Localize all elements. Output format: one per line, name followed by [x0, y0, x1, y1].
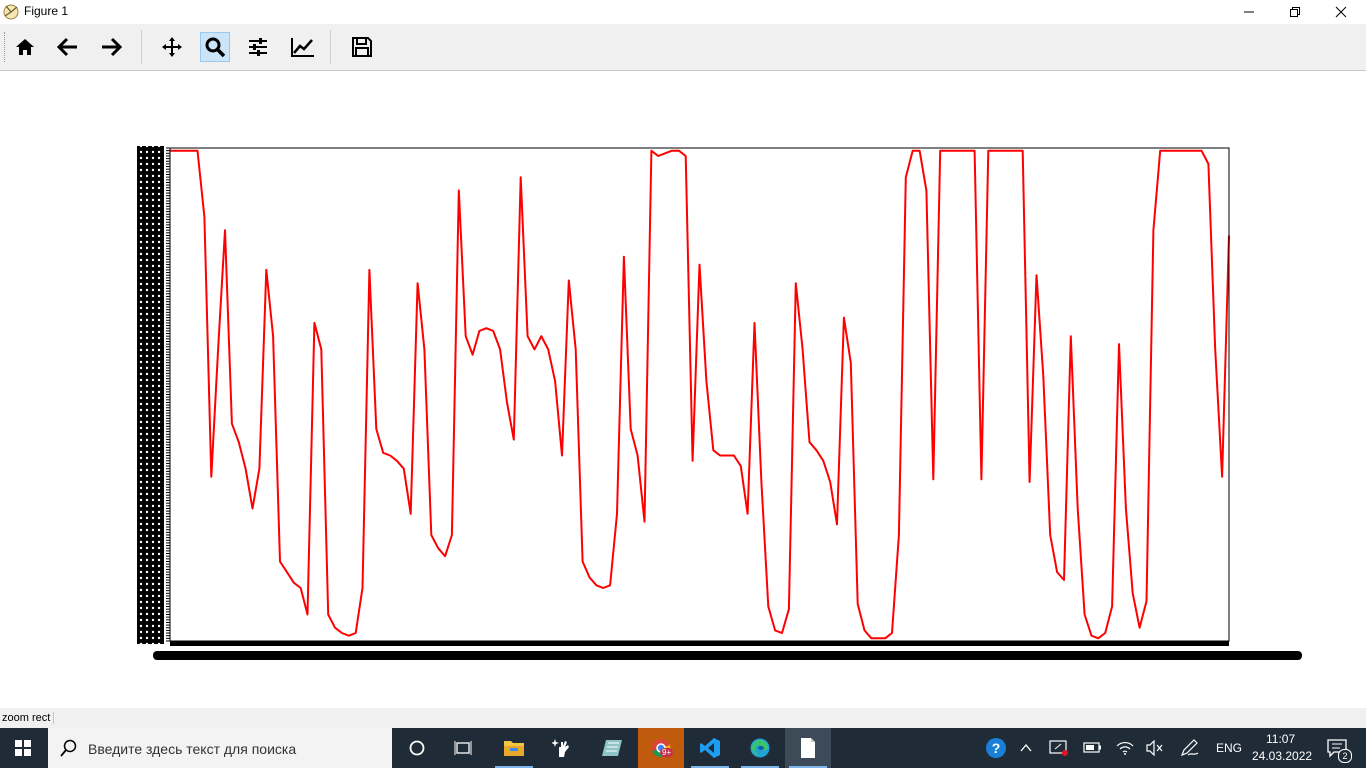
volume-tray[interactable] — [1142, 728, 1168, 768]
home-button[interactable] — [10, 32, 40, 62]
forward-arrow-icon — [102, 37, 122, 57]
edit-axes-icon — [291, 38, 314, 57]
battery-icon — [1083, 742, 1101, 753]
home-icon — [16, 39, 34, 55]
toolbar-separator — [330, 30, 331, 64]
vscode-icon — [700, 738, 720, 758]
start-button[interactable] — [0, 728, 46, 768]
restore-icon — [1290, 7, 1300, 17]
notification-count: 2 — [1338, 749, 1352, 763]
cortana-circle-icon — [409, 740, 425, 756]
zoom-button[interactable] — [200, 32, 230, 62]
pan-button[interactable] — [157, 32, 187, 62]
zoom-icon — [205, 37, 226, 58]
network-tray[interactable] — [1112, 728, 1138, 768]
document-icon — [801, 738, 815, 758]
restore-button[interactable] — [1272, 0, 1318, 24]
input-language[interactable]: ENG — [1216, 741, 1242, 755]
minimize-button[interactable] — [1226, 0, 1272, 24]
notes-app[interactable] — [589, 728, 635, 768]
back-button[interactable] — [53, 32, 83, 62]
chevron-up-icon — [1020, 743, 1032, 752]
series-line — [170, 149, 1230, 640]
help-icon: ? — [986, 738, 1006, 758]
edge-app[interactable] — [737, 728, 783, 768]
save-button[interactable] — [347, 32, 377, 62]
status-message: zoom rect — [2, 712, 55, 724]
vscode-app[interactable] — [687, 728, 733, 768]
wifi-icon — [1116, 742, 1134, 755]
clock-time[interactable]: 11:07 — [1266, 732, 1295, 746]
subplots-icon — [249, 38, 267, 56]
pen-app[interactable] — [540, 728, 586, 768]
y-axis-ticks — [137, 146, 170, 644]
y-tick-labels — [137, 146, 164, 644]
hand-sparkle-icon — [552, 739, 569, 757]
meet-now-tray[interactable] — [1045, 728, 1073, 768]
x-tick-marks — [170, 641, 1229, 646]
navigation-toolbar — [0, 24, 1366, 71]
task-view-button[interactable] — [440, 728, 486, 768]
edit-axes-button[interactable] — [286, 32, 316, 62]
minimize-icon — [1244, 11, 1254, 13]
meet-now-icon — [1049, 740, 1068, 756]
tilted-notes-icon — [602, 740, 622, 756]
help-tray-button[interactable]: ? — [980, 728, 1012, 768]
active-document-app[interactable] — [785, 728, 831, 768]
task-view-icon — [454, 741, 472, 755]
forward-button[interactable] — [96, 32, 126, 62]
line-chart[interactable] — [0, 71, 1366, 708]
show-hidden-icons-button[interactable] — [1014, 728, 1038, 768]
folder-icon — [504, 741, 524, 756]
battery-tray[interactable] — [1079, 728, 1105, 768]
window-title: Figure 1 — [24, 4, 69, 18]
configure-subplots-button[interactable] — [243, 32, 273, 62]
taskbar-search-box[interactable]: Введите здесь текст для поиска — [48, 728, 392, 768]
pen-workspace-tray[interactable] — [1176, 728, 1204, 768]
action-center-button[interactable]: 2 — [1318, 728, 1358, 768]
pen-icon — [1180, 739, 1199, 757]
speaker-muted-icon — [1146, 740, 1163, 756]
close-icon — [1335, 6, 1347, 18]
chrome-app[interactable]: 9+ — [638, 728, 684, 768]
x-tick-labels — [153, 651, 1302, 660]
search-placeholder: Введите здесь текст для поиска — [88, 741, 297, 757]
cortana-button[interactable] — [394, 728, 440, 768]
edge-icon — [750, 738, 770, 758]
file-explorer-app[interactable] — [491, 728, 537, 768]
save-icon — [352, 37, 372, 57]
figure-canvas[interactable] — [0, 71, 1366, 708]
notification-badge: 9+ — [660, 748, 674, 757]
toolbar-separator — [141, 30, 142, 64]
back-arrow-icon — [57, 37, 77, 57]
status-bar: zoom rect — [0, 708, 1366, 728]
window-titlebar: Figure 1 — [0, 0, 1366, 24]
pan-icon — [162, 37, 182, 57]
toolbar-grip[interactable] — [4, 32, 8, 62]
clock-date[interactable]: 24.03.2022 — [1252, 749, 1312, 763]
svg-text:?: ? — [992, 740, 1001, 756]
windows-logo-icon — [15, 740, 31, 756]
matplotlib-app-icon — [3, 4, 19, 20]
search-icon — [60, 739, 77, 757]
close-button[interactable] — [1318, 0, 1364, 24]
windows-taskbar: Введите здесь текст для поиска 9+ ? ENG … — [0, 728, 1366, 768]
x-axis-ticks — [153, 641, 1302, 660]
